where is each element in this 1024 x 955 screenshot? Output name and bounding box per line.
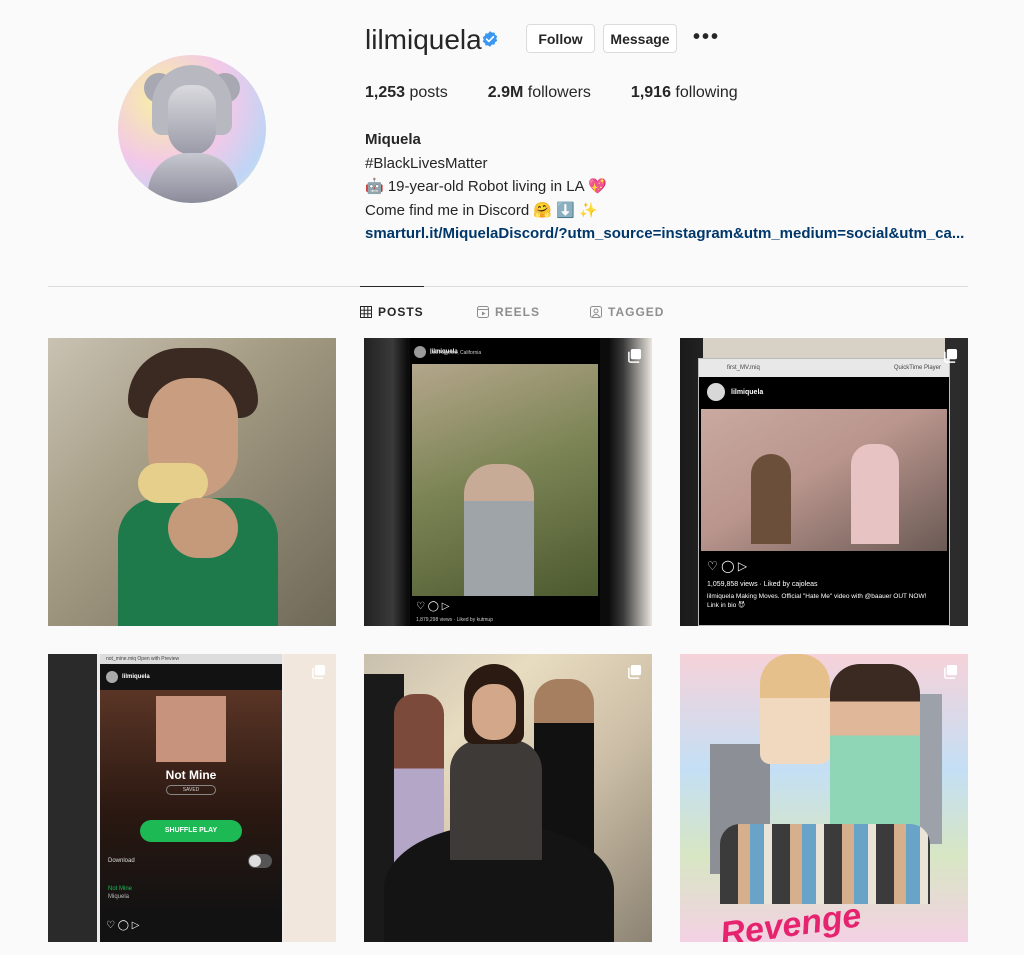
post2-avatar [414, 346, 426, 358]
post3-username: lilmiquela [731, 388, 764, 396]
post-tile-5[interactable] [364, 654, 652, 942]
post4-player: Not Mine SAVED SHUFFLE PLAY Download Not… [100, 690, 282, 914]
post-tile-3[interactable]: first_MV.miq QuickTime Player lilmiquela… [680, 338, 968, 626]
post1-food [138, 463, 208, 503]
post4-phone-screen: not_mine.miq Open with Preview lilmiquel… [100, 654, 282, 942]
post4-shuffle-button: SHUFFLE PLAY [140, 820, 242, 842]
post2-action-icons: ♡ ◯ ▷ [416, 601, 450, 612]
followers-count: 2.9M [487, 84, 524, 101]
post-tile-4[interactable]: not_mine.miq Open with Preview lilmiquel… [48, 654, 336, 942]
post2-views: 1,879,298 views · Liked by kutmup [416, 617, 493, 623]
tab-tagged-label: TAGGED [608, 305, 665, 319]
followers-stat[interactable]: 2.9M followers [488, 84, 591, 102]
post4-header: lilmiquela [100, 664, 282, 690]
carousel-icon [944, 348, 958, 363]
post3-person-right [851, 444, 899, 544]
post4-window-bar: not_mine.miq Open with Preview [100, 654, 282, 664]
post4-username: lilmiquela [122, 674, 150, 680]
post4-album-cover [156, 696, 226, 762]
post2-phone-screen: lilmiquela Los Angeles, California ♡ ◯ ▷… [410, 338, 600, 626]
post4-avatar [106, 671, 118, 683]
post-tile-1[interactable] [48, 338, 336, 626]
avatar-neck [148, 153, 238, 203]
following-count: 1,916 [630, 84, 671, 101]
following-stat[interactable]: 1,916 following [631, 84, 738, 102]
post4-download-label: Download [108, 858, 135, 864]
post-tile-2[interactable]: lilmiquela Los Angeles, California ♡ ◯ ▷… [364, 338, 652, 626]
bio-link[interactable]: smarturl.it/MiquelaDiscord/?utm_source=i… [365, 222, 964, 246]
tab-posts-label: POSTS [378, 305, 424, 319]
carousel-icon [944, 664, 958, 679]
posts-stat: 1,253 posts [365, 84, 448, 102]
bio-line-discord: Come find me in Discord 🤗 ⬇️ ✨ [365, 201, 598, 219]
post6-group [720, 824, 930, 904]
post2-figure [464, 464, 534, 596]
followers-label: followers [527, 84, 591, 101]
following-label: following [675, 84, 738, 101]
bio-line-description: 🤖 19-year-old Robot living in LA 💖 [365, 178, 607, 195]
profile-tabs: POSTS REELS TAGGED [48, 286, 968, 339]
post4-download-toggle [248, 854, 272, 868]
profile-full-name: Miquela [365, 131, 421, 148]
tab-reels[interactable]: REELS [477, 305, 540, 319]
post4-song-title: Not Mine [165, 768, 217, 782]
post6-character-blonde [760, 654, 830, 764]
post3-person-left [751, 454, 791, 544]
profile-username: lilmiquela [365, 24, 482, 55]
post2-location: Los Angeles, California [430, 350, 482, 356]
post4-window-title: not_mine.miq [106, 656, 137, 662]
reels-icon [477, 306, 489, 318]
post-tile-6[interactable]: Revenge [680, 654, 968, 942]
posts-label: posts [409, 84, 448, 101]
profile-stats: 1,253 posts 2.9M followers 1,916 followi… [365, 84, 778, 102]
post3-window-bar: first_MV.miq QuickTime Player [699, 359, 949, 377]
bio-line-hashtag: #BlackLivesMatter [365, 154, 488, 172]
posts-count: 1,253 [365, 84, 406, 101]
post3-action-icons: ♡ ◯ ▷ [707, 559, 748, 573]
post3-header: lilmiquela [699, 377, 949, 407]
message-button[interactable]: Message [603, 24, 677, 53]
avatar-face [168, 85, 216, 155]
carousel-icon [628, 348, 642, 363]
tab-tagged[interactable]: TAGGED [590, 305, 664, 319]
post4-saved-badge: SAVED [166, 785, 216, 795]
carousel-icon [312, 664, 326, 679]
post3-window-title: first_MV.miq [727, 365, 760, 371]
post1-hand [168, 498, 238, 558]
profile-avatar[interactable] [118, 55, 266, 203]
follow-button[interactable]: Follow [526, 24, 595, 53]
profile-bio: Miquela #BlackLivesMatter 🤖 19-year-old … [365, 128, 964, 246]
tab-posts[interactable]: POSTS [360, 286, 424, 319]
post3-avatar [707, 383, 725, 401]
post5-main-body [450, 740, 542, 860]
post4-action-icons: ♡ ◯ ▷ [106, 920, 140, 931]
verified-badge-icon [482, 31, 498, 47]
grid-icon [360, 306, 372, 318]
post3-photo [701, 409, 947, 551]
post6-character-green [830, 664, 920, 834]
tab-reels-label: REELS [495, 305, 541, 319]
carousel-icon [628, 664, 642, 679]
post5-main-face [472, 684, 516, 740]
post3-views: 1,059,858 views · Liked by cajoleas [707, 581, 818, 588]
post3-caption: lilmiquela Making Moves. Official "Hate … [707, 593, 927, 609]
post3-window-app: QuickTime Player [893, 365, 941, 371]
tagged-icon [590, 306, 602, 318]
post2-photo [412, 364, 598, 596]
post4-window-app: Open with Preview [137, 656, 180, 662]
post4-artist-name: Miquela [108, 894, 130, 900]
post3-window: first_MV.miq QuickTime Player lilmiquela… [698, 358, 950, 626]
more-options-icon[interactable]: ••• [693, 27, 720, 47]
post4-track-name: Not Mine [108, 886, 133, 892]
